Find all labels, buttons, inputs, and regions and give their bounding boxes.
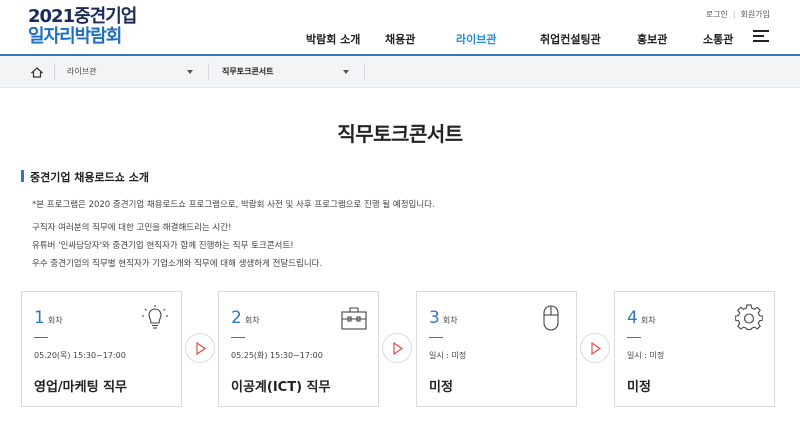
nav-item-recruit[interactable]: 채용관 <box>385 31 456 47</box>
session-job: 영업/마케팅 직무 <box>34 380 127 395</box>
page-title: 직무토크콘서트 <box>337 122 463 146</box>
card-divider <box>429 337 443 338</box>
session-card-4[interactable]: 4 회차 일시 : 미정 미정 <box>614 291 775 407</box>
next-arrow-button[interactable] <box>382 333 412 363</box>
site-logo[interactable]: 2021중견기업 일자리박람회 <box>28 6 137 47</box>
breadcrumb-divider <box>364 63 365 81</box>
intro-line: 우수 중견기업의 직무별 현직자가 기업소개와 직무에 대해 생생하게 전달드립… <box>32 259 323 269</box>
session-date: 05.25(화) 15:30~17:00 <box>231 351 323 360</box>
session-date: 일시 : 미정 <box>429 351 467 360</box>
nav-item-live[interactable]: 라이브관 <box>456 31 540 47</box>
gear-icon <box>735 304 763 331</box>
card-divider <box>231 337 245 338</box>
card-divider <box>34 337 48 338</box>
briefcase-icon <box>341 307 367 330</box>
session-number: 3 회차 <box>429 308 458 328</box>
main-nav: 박람회 소개 채용관 라이브관 취업컨설팅관 홍보관 소통관 <box>306 31 733 47</box>
session-job: 미정 <box>627 380 651 395</box>
lightbulb-icon <box>142 305 168 329</box>
play-icon <box>591 342 602 355</box>
nav-item-promotion[interactable]: 홍보관 <box>637 31 703 47</box>
logo-line2: 일자리박람회 <box>28 26 122 47</box>
breadcrumb-divider <box>208 63 209 81</box>
program-note: *본 프로그램은 2020 중견기업 채용로드쇼 프로그램으로, 박람회 사전 … <box>32 200 435 210</box>
menu-icon[interactable] <box>753 30 769 42</box>
home-icon[interactable] <box>31 67 43 78</box>
session-card-2[interactable]: 2 회차 05.25(화) 15:30~17:00 이공계(ICT) 직무 <box>218 291 379 407</box>
chevron-down-icon[interactable] <box>343 70 349 74</box>
session-number: 1 회차 <box>34 308 63 328</box>
session-job: 미정 <box>429 380 453 395</box>
site-header: 2021중견기업 일자리박람회 로그인 | 회원가입 박람회 소개 채용관 라이브관… <box>0 0 800 55</box>
session-date: 05.20(목) 15:30~17:00 <box>34 351 126 360</box>
nav-item-fair-intro[interactable]: 박람회 소개 <box>306 31 385 47</box>
nav-item-community[interactable]: 소통관 <box>703 31 733 47</box>
section-title: 중견기업 채용로드쇼 소개 <box>21 169 149 185</box>
util-divider: | <box>732 10 736 19</box>
breadcrumb: 라이브관 직무토크콘서트 <box>0 56 800 88</box>
session-card-3[interactable]: 3 회차 일시 : 미정 미정 <box>416 291 577 407</box>
nav-item-consulting[interactable]: 취업컨설팅관 <box>540 31 637 47</box>
join-link[interactable]: 회원가입 <box>741 10 770 19</box>
session-date: 일시 : 미정 <box>627 351 665 360</box>
session-job: 이공계(ICT) 직무 <box>231 380 331 395</box>
play-icon <box>196 342 207 355</box>
session-number: 2 회차 <box>231 308 260 328</box>
session-number: 4 회차 <box>627 308 656 328</box>
breadcrumb-level2[interactable]: 직무토크콘서트 <box>222 66 274 77</box>
next-arrow-button[interactable] <box>185 333 215 363</box>
breadcrumb-level1[interactable]: 라이브관 <box>67 66 96 77</box>
play-icon <box>393 342 404 355</box>
mouse-icon <box>543 305 559 331</box>
utility-links: 로그인 | 회원가입 <box>706 9 770 20</box>
intro-line: 구직자 여러분의 직무에 대한 고민을 해결해드리는 시간! <box>32 223 232 233</box>
login-link[interactable]: 로그인 <box>706 10 728 19</box>
next-arrow-button[interactable] <box>580 333 610 363</box>
logo-line1: 2021중견기업 <box>28 6 137 27</box>
chevron-down-icon[interactable] <box>187 70 193 74</box>
breadcrumb-divider <box>54 63 55 81</box>
intro-line: 유튜버 '인싸담당자'와 중견기업 현직자가 함께 진행하는 직무 토크콘서트! <box>32 241 294 251</box>
session-card-1[interactable]: 1 회차 05.20(목) 15:30~17:00 영업/마케팅 직무 <box>21 291 182 407</box>
card-divider <box>627 337 641 338</box>
